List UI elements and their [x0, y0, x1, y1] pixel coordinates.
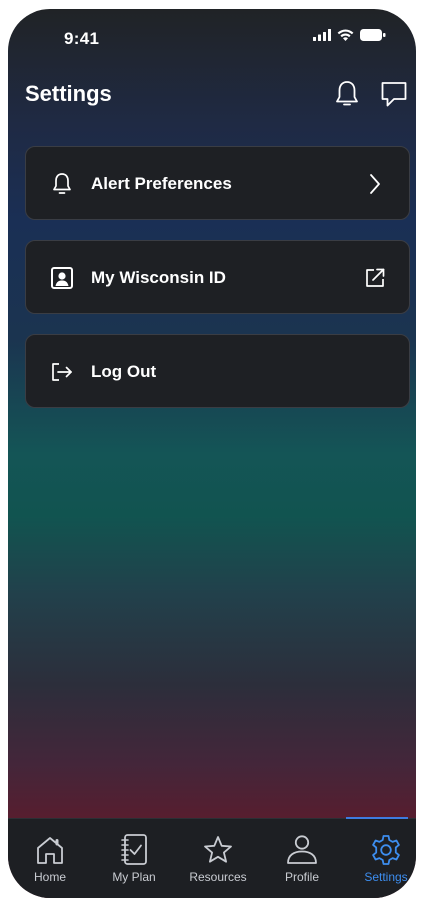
status-icons	[313, 29, 386, 41]
tab-resources[interactable]: Resources	[178, 827, 258, 887]
my-wisconsin-id-label: My Wisconsin ID	[91, 268, 226, 287]
tab-resources-label: Resources	[189, 870, 247, 884]
person-icon	[285, 833, 319, 867]
chat-bubble-icon	[381, 82, 407, 107]
status-bar: 9:41	[8, 9, 416, 65]
tab-my-plan[interactable]: My Plan	[94, 827, 174, 887]
battery-icon	[360, 29, 386, 41]
home-icon	[33, 833, 67, 867]
log-out-label: Log Out	[91, 362, 157, 381]
tab-settings-label: Settings	[364, 870, 408, 884]
tab-profile[interactable]: Profile	[262, 827, 342, 887]
cellular-signal-icon	[313, 29, 331, 41]
wifi-icon	[337, 29, 354, 41]
bell-icon	[50, 172, 74, 196]
active-tab-indicator	[346, 817, 408, 819]
external-link-icon	[363, 266, 387, 290]
messages-button[interactable]	[377, 77, 411, 111]
tab-settings[interactable]: Settings	[346, 827, 416, 887]
alert-preferences-label: Alert Preferences	[91, 174, 232, 193]
bell-icon	[336, 81, 358, 106]
tab-home-label: Home	[33, 870, 66, 884]
chevron-right-icon	[363, 172, 387, 196]
logout-icon	[50, 360, 74, 384]
bottom-tab-bar: Home My Plan Resources Profile Settings	[8, 817, 416, 898]
plan-notebook-icon	[117, 833, 151, 867]
log-out-item[interactable]: Log Out	[25, 334, 410, 408]
tab-home[interactable]: Home	[10, 827, 90, 887]
notifications-button[interactable]	[330, 77, 364, 111]
gear-icon	[369, 833, 403, 867]
alert-preferences-item[interactable]: Alert Preferences	[25, 146, 410, 220]
page-header: Settings	[8, 73, 416, 117]
page-title: Settings	[25, 81, 112, 106]
tab-my-plan-label: My Plan	[112, 870, 156, 884]
tab-profile-label: Profile	[284, 870, 319, 884]
id-card-icon	[50, 266, 74, 290]
phone-screen: 9:41 Settings Alert Preferences My Wisco…	[8, 9, 416, 898]
status-time: 9:41	[64, 29, 100, 48]
my-wisconsin-id-item[interactable]: My Wisconsin ID	[25, 240, 410, 314]
star-icon	[201, 833, 235, 867]
